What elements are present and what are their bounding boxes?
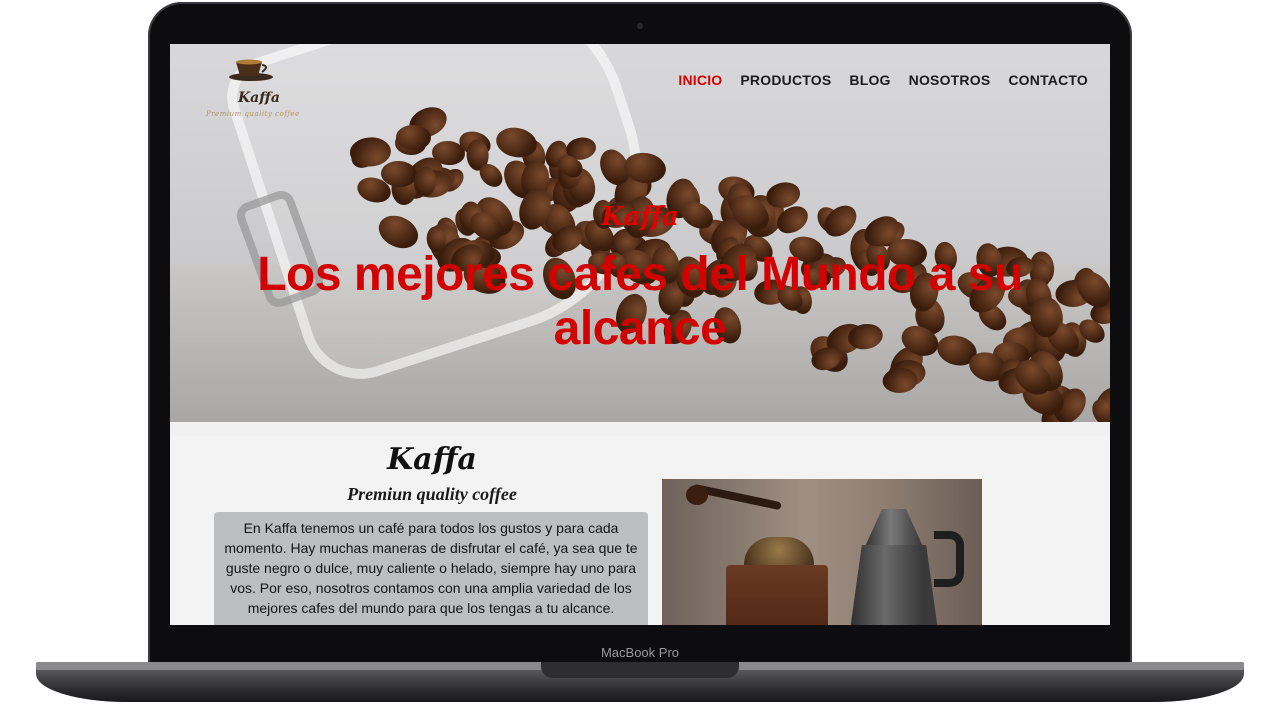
grinder-body-image bbox=[726, 565, 828, 625]
coffee-cup-icon bbox=[229, 59, 273, 81]
moka-pot-body-image bbox=[848, 545, 940, 625]
camera-icon bbox=[637, 23, 643, 29]
logo-tagline: Premium quality coffee bbox=[206, 110, 300, 118]
main-nav: INICIO PRODUCTOS BLOG NOSOTROS CONTACTO bbox=[678, 72, 1088, 88]
logo-name: Kaffa bbox=[238, 90, 280, 106]
nav-item-productos[interactable]: PRODUCTOS bbox=[740, 72, 831, 88]
hero-brand: Kaffa bbox=[601, 202, 679, 232]
site-logo[interactable]: Kaffa Premium quality coffee bbox=[206, 46, 316, 122]
coffee-grinder-photo bbox=[662, 479, 982, 625]
about-brand: Kaffa bbox=[387, 442, 477, 477]
coffee-bean bbox=[349, 135, 392, 168]
moka-pot-handle-image bbox=[934, 531, 964, 587]
nav-item-nosotros[interactable]: NOSOTROS bbox=[909, 72, 991, 88]
coffee-bean bbox=[395, 124, 432, 151]
nav-item-blog[interactable]: BLOG bbox=[849, 72, 890, 88]
hero-section: Kaffa Premium quality coffee INICIO PROD… bbox=[170, 44, 1110, 422]
about-section: Kaffa Premiun quality coffee En Kaffa te… bbox=[170, 436, 1110, 625]
nav-item-inicio[interactable]: INICIO bbox=[678, 72, 722, 88]
device-model-label: MacBook Pro bbox=[600, 645, 680, 660]
moka-pot-lid-image bbox=[864, 509, 924, 549]
hero-title: Los mejores cafes del Mundo a su alcance bbox=[257, 248, 1023, 355]
browser-viewport: Kaffa Premium quality coffee INICIO PROD… bbox=[170, 44, 1110, 625]
coffee-bean bbox=[882, 366, 919, 394]
about-text: En Kaffa tenemos un café para todos los … bbox=[214, 512, 648, 625]
nav-item-contacto[interactable]: CONTACTO bbox=[1008, 72, 1088, 88]
grinder-knob-image bbox=[686, 485, 708, 505]
coffee-bean bbox=[380, 159, 418, 188]
about-tagline: Premiun quality coffee bbox=[347, 484, 517, 504]
laptop-notch bbox=[541, 662, 739, 678]
